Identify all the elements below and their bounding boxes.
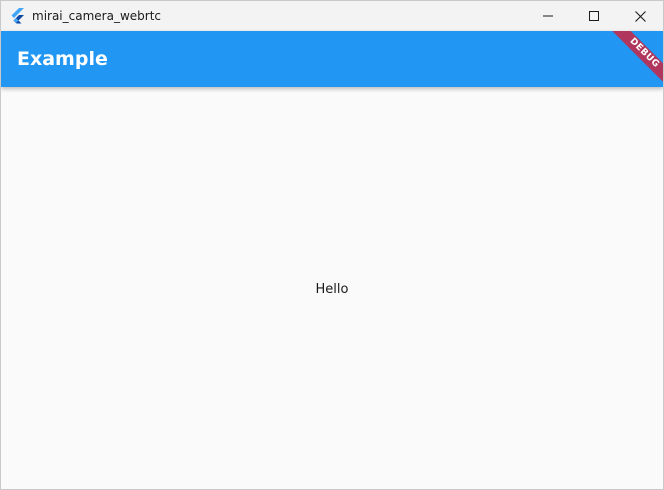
title-bar[interactable]: mirai_camera_webrtc xyxy=(1,1,663,31)
maximize-button[interactable] xyxy=(571,1,617,31)
flutter-icon xyxy=(10,8,26,24)
window-title: mirai_camera_webrtc xyxy=(32,9,162,23)
main-content: Hello xyxy=(1,87,663,489)
minimize-button[interactable] xyxy=(525,1,571,31)
app-window: mirai_camera_webrtc Example DEBUG Hello xyxy=(0,0,664,490)
app-bar: Example xyxy=(1,31,663,87)
hello-text: Hello xyxy=(315,282,349,297)
minimize-icon xyxy=(543,15,553,17)
debug-banner: DEBUG xyxy=(607,31,663,90)
close-icon xyxy=(634,10,646,22)
close-button[interactable] xyxy=(617,1,663,31)
debug-banner-container: DEBUG xyxy=(603,31,663,91)
app-bar-title: Example xyxy=(17,48,108,70)
window-controls xyxy=(525,1,663,31)
maximize-icon xyxy=(589,11,599,21)
